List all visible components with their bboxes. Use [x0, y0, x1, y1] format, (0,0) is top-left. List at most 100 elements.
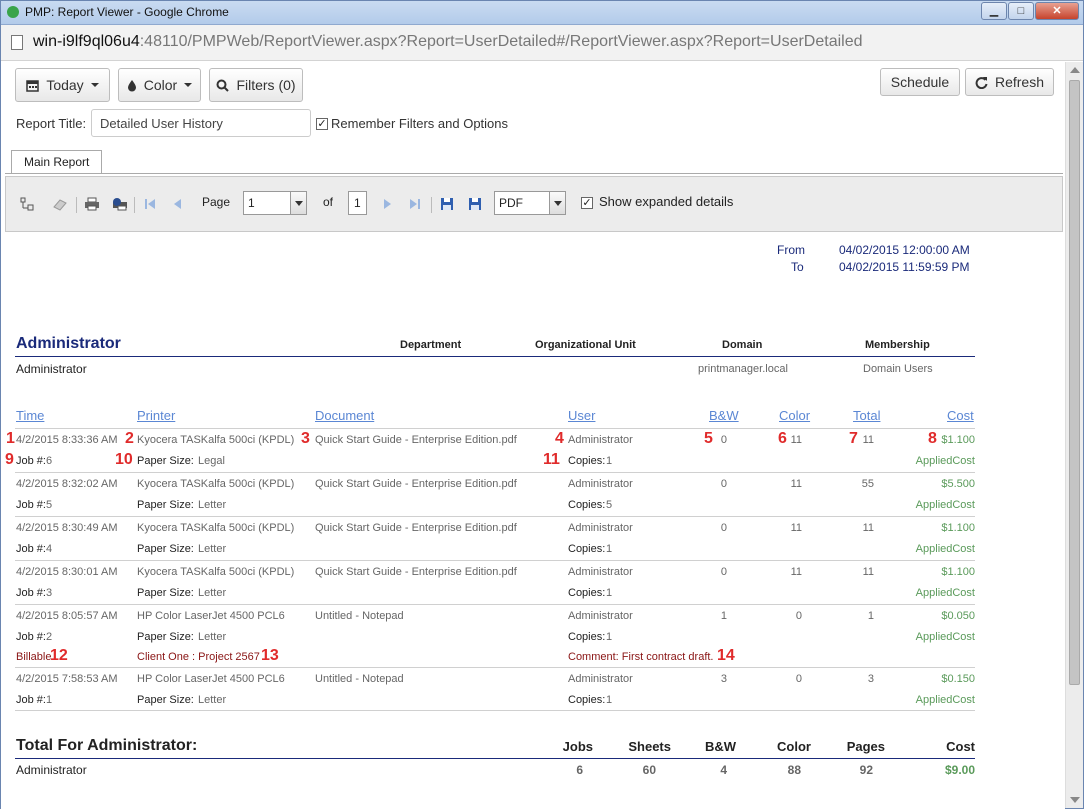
column-color[interactable]: Color — [779, 408, 810, 423]
totals-user-name: Administrator — [16, 763, 87, 777]
tab-main-report[interactable]: Main Report — [11, 150, 103, 174]
totals-pages: 92 — [859, 763, 873, 777]
cell-bw: 3 — [720, 673, 727, 685]
cell-color: 11 — [790, 478, 802, 490]
marker-12: 12 — [50, 647, 68, 664]
column-document[interactable]: Document — [315, 408, 374, 423]
column-bw[interactable]: B&W — [709, 408, 739, 423]
cell-copies: 1 — [606, 631, 613, 643]
cell-color: 0 — [795, 673, 802, 685]
page-select[interactable]: 1 — [243, 191, 307, 215]
user-header-rule — [15, 356, 975, 357]
expanded-details-checkbox[interactable]: ✓ — [581, 197, 593, 209]
cell-cost-note: AppliedCost — [915, 694, 975, 706]
close-button[interactable]: ✕ — [1035, 2, 1079, 20]
cell-printer: Kyocera TASKalfa 500ci (KPDL) — [137, 478, 295, 490]
refresh-icon — [975, 76, 988, 89]
cell-cost: $1.100 — [941, 522, 975, 534]
totals-sheets-header: Sheets — [628, 739, 671, 754]
export-format-select[interactable]: PDF — [494, 191, 566, 215]
column-time[interactable]: Time — [16, 408, 44, 423]
document-map-icon[interactable] — [20, 197, 36, 211]
print-icon[interactable] — [84, 197, 100, 211]
cell-copies-label: Copies: — [568, 455, 606, 467]
from-label: From — [777, 243, 805, 257]
cell-time: 4/2/2015 8:32:02 AM — [16, 478, 118, 490]
of-label: of — [323, 195, 334, 209]
cell-paper-label: Paper Size: — [137, 499, 194, 511]
column-total[interactable]: Total — [853, 408, 880, 423]
scroll-up-icon[interactable] — [1070, 67, 1080, 73]
scroll-down-icon[interactable] — [1070, 797, 1080, 803]
cell-document: Quick Start Guide - Enterprise Edition.p… — [315, 434, 517, 446]
cell-job-label: Job #: — [16, 694, 46, 706]
column-user[interactable]: User — [568, 408, 595, 423]
droplet-icon — [127, 79, 136, 91]
filters-button[interactable]: Filters (0) — [209, 68, 303, 102]
previous-page-icon[interactable] — [170, 197, 186, 211]
cell-color: 11 — [790, 434, 802, 446]
marker-8: 8 — [928, 430, 937, 447]
filters-label: Filters (0) — [236, 77, 296, 93]
totals-color-header: Color — [777, 739, 811, 754]
cell-user: Administrator — [568, 610, 633, 622]
marker-9: 9 — [5, 451, 14, 468]
export-icon[interactable] — [467, 197, 483, 211]
window-title: PMP: Report Viewer - Google Chrome — [25, 5, 229, 19]
chevron-down-icon — [290, 192, 306, 214]
schedule-button[interactable]: Schedule — [880, 68, 960, 96]
row-rule — [15, 560, 975, 561]
cell-copies-label: Copies: — [568, 694, 606, 706]
cell-total: 11 — [862, 522, 874, 534]
cell-job-number: 5 — [46, 499, 53, 511]
client-project: Client One : Project 2567 — [137, 651, 260, 663]
calendar-icon — [26, 79, 40, 92]
print-layout-icon[interactable] — [112, 197, 128, 211]
cell-paper-label: Paper Size: — [137, 587, 194, 599]
first-page-icon[interactable] — [142, 197, 158, 211]
cell-job-label: Job #: — [16, 455, 46, 467]
refresh-button[interactable]: Refresh — [965, 68, 1054, 96]
cell-paper: Letter — [198, 694, 227, 706]
cell-time: 4/2/2015 8:33:36 AM — [16, 434, 118, 446]
window-controls: ▁ □ ✕ — [981, 2, 1079, 20]
cell-bw: 0 — [720, 566, 727, 578]
user-name: Administrator — [16, 362, 87, 376]
row-rule — [15, 710, 975, 711]
chevron-down-icon — [549, 192, 565, 214]
total-pages-box: 1 — [348, 191, 367, 215]
url-text[interactable]: win-i9lf9ql06u4:48110/PMPWeb/ReportViewe… — [33, 33, 863, 51]
tab-divider — [5, 173, 1063, 174]
browser-window: PMP: Report Viewer - Google Chrome ▁ □ ✕… — [0, 0, 1084, 809]
column-cost[interactable]: Cost — [947, 408, 974, 423]
toolbar-separator — [431, 197, 432, 213]
last-page-icon[interactable] — [407, 197, 423, 211]
search-icon — [216, 79, 230, 92]
cell-total: 55 — [861, 478, 874, 490]
cell-printer: HP Color LaserJet 4500 PCL6 — [137, 673, 285, 685]
parent-report-icon[interactable] — [52, 197, 68, 211]
vertical-scrollbar[interactable] — [1065, 62, 1083, 808]
scrollbar-thumb[interactable] — [1069, 80, 1080, 685]
remember-checkbox[interactable]: ✓ — [316, 118, 328, 130]
maximize-button[interactable]: □ — [1008, 2, 1034, 20]
cell-cost: $0.150 — [941, 673, 975, 685]
export-format: PDF — [499, 196, 523, 210]
chevron-down-icon — [90, 83, 99, 87]
next-page-icon[interactable] — [379, 197, 395, 211]
remember-label: Remember Filters and Options — [331, 116, 509, 131]
report-title-input[interactable] — [91, 109, 311, 137]
address-bar[interactable]: win-i9lf9ql06u4:48110/PMPWeb/ReportViewe… — [1, 25, 1083, 61]
cell-copies: 5 — [606, 499, 613, 511]
marker-13: 13 — [261, 647, 279, 664]
save-icon[interactable] — [439, 197, 455, 211]
column-printer[interactable]: Printer — [137, 408, 175, 423]
marker-4: 4 — [555, 430, 564, 447]
department-header: Department — [400, 339, 462, 351]
today-button[interactable]: Today — [15, 68, 110, 102]
cell-cost: $0.050 — [941, 610, 975, 622]
minimize-button[interactable]: ▁ — [981, 2, 1007, 20]
color-button[interactable]: Color — [118, 68, 201, 102]
cell-copies: 1 — [606, 455, 613, 467]
url-path: :48110/PMPWeb/ReportViewer.aspx?Report=U… — [139, 33, 863, 50]
